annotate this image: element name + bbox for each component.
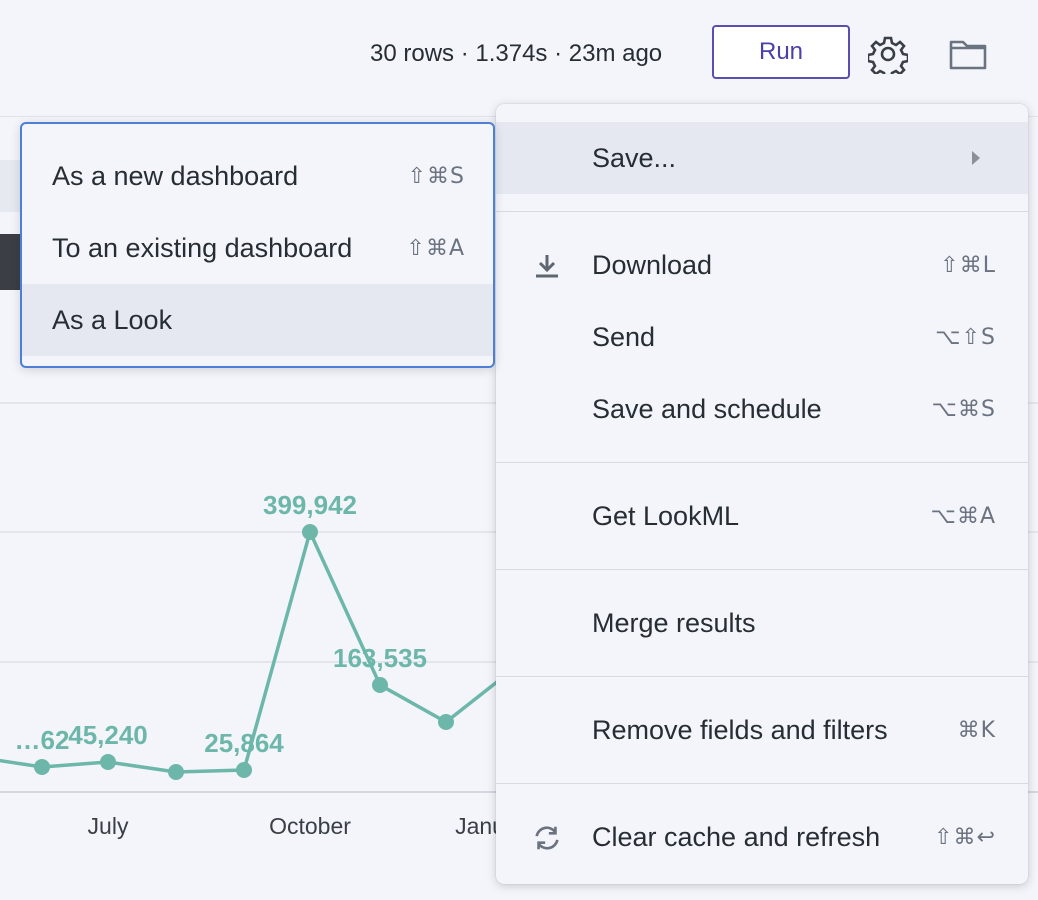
menu-item-remove-fields-and-filters[interactable]: Remove fields and filters ⌘K: [496, 694, 1028, 766]
download-icon: [532, 251, 562, 281]
submenu-item-new-dashboard[interactable]: As a new dashboard ⇧⌘S: [22, 140, 493, 212]
menu-divider: [496, 211, 1028, 212]
shortcut-hint: ⇧⌘L: [940, 252, 996, 278]
menu-item-send[interactable]: Send ⌥⇧S: [496, 301, 1028, 373]
chart-data-label: 163,535: [333, 643, 427, 673]
menu-item-get-lookml[interactable]: Get LookML ⌥⌘A: [496, 480, 1028, 552]
chart-point: [34, 759, 50, 775]
menu-item-label: Download: [592, 249, 713, 280]
shortcut-hint: ⌥⇧S: [935, 324, 996, 350]
chart-x-tick-label: July: [88, 813, 129, 839]
menu-divider: [496, 462, 1028, 463]
menu-item-label: Get LookML: [592, 500, 740, 531]
save-submenu: As a new dashboard ⇧⌘S To an existing da…: [20, 122, 495, 368]
query-toolbar: 30 rows · 1.374s · 23m ago Run: [0, 0, 1038, 117]
chart-data-label: 45,240: [68, 720, 148, 750]
menu-item-label: Clear cache and refresh: [592, 821, 881, 852]
submenu-item-as-a-look[interactable]: As a Look: [22, 284, 493, 356]
submenu-item-label: To an existing dashboard: [52, 232, 353, 263]
shortcut-hint: ⌘K: [957, 717, 996, 743]
menu-item-label: Save and schedule: [592, 393, 822, 424]
chart-point: [236, 761, 252, 778]
menu-item-label: Save...: [592, 142, 677, 173]
submenu-item-label: As a new dashboard: [52, 160, 299, 191]
chart-point: [100, 754, 116, 770]
chart-point: [302, 524, 318, 540]
shortcut-hint: ⌥⌘S: [931, 396, 996, 422]
explore-actions-menu: Save... Download ⇧⌘L Send ⌥⇧S Save and s…: [496, 104, 1028, 884]
menu-item-label: Merge results: [592, 607, 756, 638]
menu-item-save-and-schedule[interactable]: Save and schedule ⌥⌘S: [496, 373, 1028, 445]
menu-item-label: Remove fields and filters: [592, 714, 888, 745]
chart-data-label: 25,864: [204, 728, 284, 758]
submenu-item-existing-dashboard[interactable]: To an existing dashboard ⇧⌘A: [22, 212, 493, 284]
menu-item-clear-cache-and-refresh[interactable]: Clear cache and refresh ⇧⌘↩: [496, 801, 1028, 873]
folder-icon[interactable]: [948, 36, 988, 72]
chart-x-tick-label: October: [269, 813, 351, 839]
menu-divider: [496, 783, 1028, 784]
chart-data-label: 399,942: [263, 490, 357, 520]
menu-item-merge-results[interactable]: Merge results: [496, 587, 1028, 659]
menu-item-save[interactable]: Save...: [496, 122, 1028, 194]
gear-icon[interactable]: [866, 34, 910, 80]
menu-item-label: Send: [592, 321, 656, 352]
menu-divider: [496, 569, 1028, 570]
chart-point: [438, 714, 454, 730]
caret-right-icon: [972, 151, 980, 165]
shortcut-hint: ⇧⌘A: [406, 235, 465, 261]
submenu-item-label: As a Look: [52, 304, 173, 335]
menu-item-download[interactable]: Download ⇧⌘L: [496, 229, 1028, 301]
chart-series: …6245,240 25,864 399,942 163,535: [0, 490, 532, 780]
run-button[interactable]: Run: [712, 25, 850, 79]
menu-divider: [496, 676, 1028, 677]
shortcut-hint: ⇧⌘S: [407, 163, 465, 189]
chart-x-ticks: July October Janu: [88, 813, 505, 839]
shortcut-hint: ⌥⌘A: [930, 503, 996, 529]
chart-data-label: …62: [15, 725, 70, 755]
chart-point: [372, 677, 388, 693]
shortcut-hint: ⇧⌘↩: [934, 824, 996, 850]
query-stats: 30 rows · 1.374s · 23m ago: [370, 40, 663, 67]
chart-point: [168, 764, 184, 780]
refresh-icon: [532, 823, 562, 853]
